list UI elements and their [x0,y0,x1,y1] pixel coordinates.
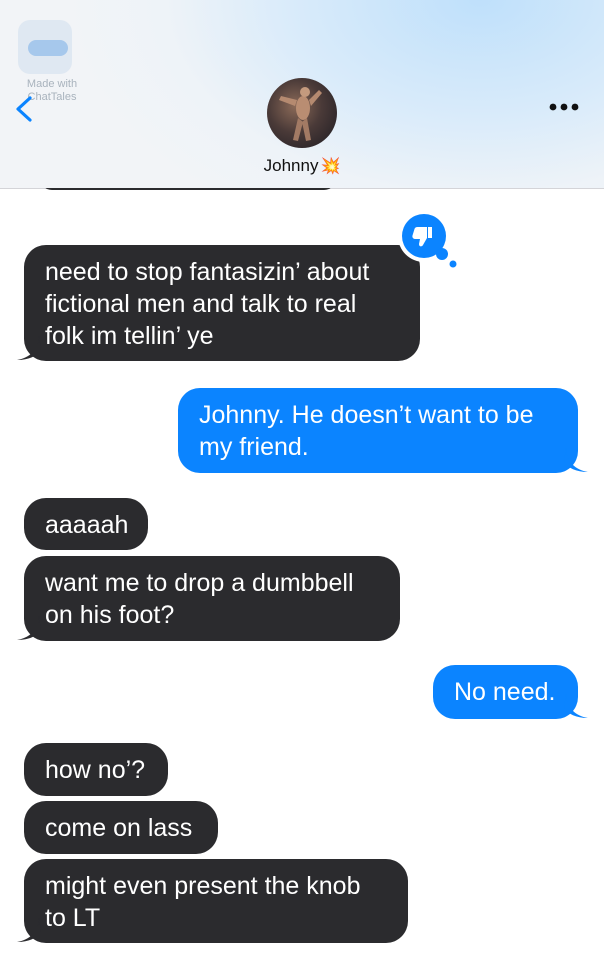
bubble-tail [564,694,588,718]
message-text: how no’? [45,756,146,784]
more-options-icon[interactable] [548,102,580,112]
collision-emoji: 💥 [320,158,341,175]
message-bubble[interactable]: how no’? [24,743,168,796]
watermark-line-1: Made with [26,78,78,90]
bubble-tail [17,336,41,360]
bubble-tail [564,448,588,472]
message-text: No need. [454,678,556,706]
message-text: need to stop fantasizin’ about fictional… [45,258,370,350]
message-bubble[interactable]: might even present the knob to LT [24,859,408,943]
message-text: want me to drop a dumbbell on his foot? [45,569,354,629]
back-chevron-icon[interactable] [12,96,34,122]
contact-avatar[interactable] [267,78,337,148]
message-bubble[interactable]: aaaaah [24,498,148,550]
message-bubble[interactable]: need to stop fantasizin’ about fictional… [24,245,420,361]
chattales-logo-icon [18,20,72,74]
message-bubble[interactable]: No need. [433,665,578,719]
chat-header: Made with ChatTales Johnny 💥 [0,0,604,189]
message-bubble[interactable]: want me to drop a dumbbell on his foot? [24,556,400,641]
thumbs-down-reaction-icon[interactable] [396,208,460,272]
bubble-tail [17,918,41,942]
contact-name-text: Johnny [263,156,319,175]
message-text: might even present the knob to LT [45,872,361,932]
message-text: come on lass [45,814,193,842]
message-bubble[interactable]: Johnny. He doesn’t want to be my friend. [178,388,578,473]
message-text: aaaaah [45,511,129,539]
message-bubble[interactable]: come on lass [24,801,218,854]
contact-name[interactable]: Johnny 💥 [0,156,604,176]
avatar-photo-icon [279,87,322,141]
chat-bubble-icon [28,40,68,56]
bubble-tail [17,616,41,640]
message-text: Johnny. He doesn’t want to be my friend. [199,401,534,461]
